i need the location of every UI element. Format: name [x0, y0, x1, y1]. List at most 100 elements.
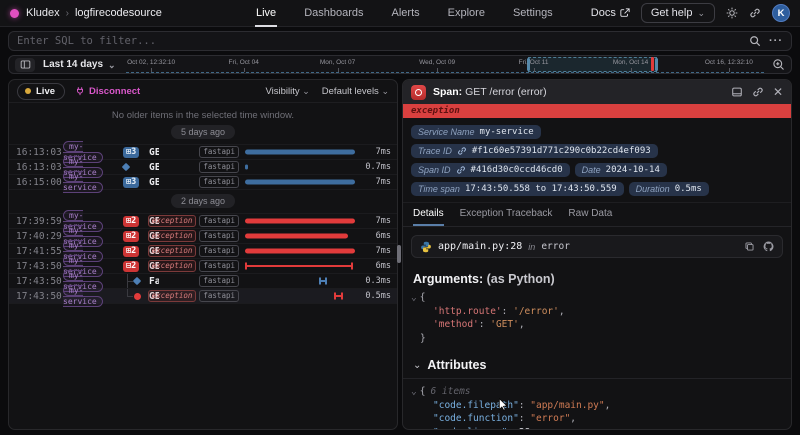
theme-toggle-button[interactable] — [726, 7, 738, 19]
collapse-caret-icon[interactable]: ⌄ — [413, 360, 421, 371]
row-badge-cell[interactable]: ⊞3 — [123, 177, 149, 188]
row-timestamp: 17:39:59 — [16, 216, 63, 227]
nav-item-live[interactable]: Live — [255, 0, 277, 27]
tag-exception[interactable]: exception — [148, 260, 197, 272]
span-waterfall-bar — [243, 160, 361, 174]
tag-fastapi[interactable]: fastapi — [199, 161, 239, 173]
code-function-name: error — [541, 241, 570, 252]
default-levels-dropdown[interactable]: Default levels ⌄ — [322, 86, 389, 97]
service-tag[interactable]: my-service — [63, 285, 123, 307]
tag-fastapi[interactable]: fastapi — [199, 275, 239, 287]
tag-exception[interactable]: exception — [148, 290, 197, 302]
disconnect-button[interactable]: Disconnect — [75, 86, 140, 97]
meta-value: 2024-10-14 — [606, 165, 660, 175]
expand-children-badge[interactable]: ⊞2 — [123, 216, 139, 227]
span-detail-panel: Span: GET /error (error) ✕ exception Ser… — [402, 79, 792, 430]
tag-exception[interactable]: exception — [148, 215, 197, 227]
code-location-bar[interactable]: app/main.py:28 in error — [411, 235, 783, 258]
span-duration: 0.3ms — [361, 276, 391, 286]
span-title-prefix: Span: — [433, 86, 462, 98]
row-badge-cell[interactable] — [134, 293, 149, 300]
attributes-heading: ⌄ Attributes — [403, 349, 791, 379]
tab-exception-traceback[interactable]: Exception Traceback — [460, 203, 553, 226]
empty-window-message: No older items in the selected time wind… — [9, 103, 397, 121]
meta-label: Duration — [636, 184, 670, 194]
row-badge-cell[interactable]: ⊞2 — [123, 231, 149, 242]
tag-fastapi[interactable]: fastapi — [199, 290, 239, 302]
arguments-heading: Arguments: (as Python) — [403, 264, 791, 289]
nav-item-alerts[interactable]: Alerts — [391, 0, 421, 27]
span-detail-header: Span: GET /error (error) ✕ — [403, 80, 791, 104]
timeline-tick-label: Fri, Oct 11 — [519, 59, 549, 66]
timeline-strip[interactable]: Oct 02, 12:32:10Fri, Oct 04Mon, Oct 07We… — [126, 56, 764, 73]
panel-resize-handle[interactable] — [397, 245, 401, 263]
row-badge-cell[interactable]: ⊞3 — [123, 147, 149, 158]
visibility-dropdown[interactable]: Visibility ⌄ — [265, 86, 309, 97]
link-icon[interactable] — [456, 165, 466, 175]
span-waterfall-bar — [243, 274, 361, 288]
trace-row[interactable]: 17:43:50 my-service GET /error (error) e… — [9, 289, 397, 304]
service-tag[interactable]: my-service — [63, 171, 123, 193]
expand-children-badge[interactable]: ⊞2 — [123, 231, 139, 242]
live-toggle[interactable]: Live — [17, 83, 65, 100]
timeline-tick-mark — [151, 68, 152, 72]
search-button[interactable] — [749, 35, 761, 47]
nav-item-dashboards[interactable]: Dashboards — [303, 0, 364, 27]
breadcrumb-chevron-icon: › — [66, 8, 69, 19]
span-duration: 7ms — [361, 216, 391, 226]
copy-icon[interactable] — [744, 241, 755, 252]
code-in-label: in — [528, 242, 535, 252]
time-range-dropdown[interactable]: Last 14 days ⌄ — [43, 59, 116, 70]
row-badge-cell[interactable] — [134, 278, 149, 284]
tag-fastapi[interactable]: fastapi — [199, 146, 239, 158]
get-help-button[interactable]: Get help ⌄ — [641, 3, 715, 23]
tag-fastapi[interactable]: fastapi — [199, 230, 239, 242]
breadcrumb-project[interactable]: logfirecodesource — [75, 7, 162, 19]
sidebar-toggle-button[interactable] — [15, 58, 35, 72]
tab-raw-data[interactable]: Raw Data — [568, 203, 612, 226]
zoom-in-button[interactable] — [772, 58, 785, 71]
docs-link[interactable]: Docs — [591, 7, 630, 19]
selection-end-handle[interactable] — [655, 58, 658, 71]
copy-link-icon[interactable] — [752, 86, 764, 98]
trace-row-list: 16:13:03 my-service ⊞3 GET / fastapi 7ms… — [9, 145, 397, 304]
span-waterfall-bar — [243, 259, 361, 273]
row-badge-cell[interactable]: ⊞2 — [123, 246, 149, 257]
tab-details[interactable]: Details — [413, 203, 444, 226]
more-options-button[interactable]: ··· — [769, 35, 783, 47]
row-tags: exceptionfastapi — [159, 230, 239, 242]
tag-fastapi[interactable]: fastapi — [199, 215, 239, 227]
trace-row[interactable]: 16:15:00 my-service ⊞3 GET / fastapi 7ms — [9, 175, 397, 190]
collapse-children-badge[interactable]: ⊟2 — [123, 261, 139, 272]
breadcrumb-org[interactable]: Kludex — [26, 7, 60, 19]
avatar[interactable]: K — [772, 4, 790, 22]
expand-children-badge[interactable]: ⊞3 — [123, 147, 139, 158]
tag-fastapi[interactable]: fastapi — [199, 176, 239, 188]
sql-filter-input[interactable] — [17, 35, 741, 47]
date-separator-pill: 5 days ago — [171, 125, 235, 139]
close-icon[interactable]: ✕ — [773, 86, 783, 98]
link-icon[interactable] — [457, 146, 467, 156]
row-badge-cell[interactable]: ⊟2 — [123, 261, 149, 272]
tag-exception[interactable]: exception — [148, 245, 197, 257]
span-duration: 7ms — [361, 246, 391, 256]
nav-item-explore[interactable]: Explore — [447, 0, 486, 27]
tag-exception[interactable]: exception — [148, 230, 197, 242]
arguments-mode-label: (as Python) — [487, 272, 555, 286]
span-duration: 6ms — [361, 261, 391, 271]
span-duration: 7ms — [361, 147, 391, 157]
tag-fastapi[interactable]: fastapi — [199, 260, 239, 272]
meta-label: Service Name — [418, 127, 475, 137]
dock-panel-icon[interactable] — [731, 86, 743, 98]
expand-children-badge[interactable]: ⊞2 — [123, 246, 139, 257]
live-traces-panel: Live Disconnect Visibility ⌄ Default lev… — [8, 79, 398, 430]
row-badge-cell[interactable]: ⊞2 — [123, 216, 149, 227]
github-icon[interactable] — [763, 241, 774, 252]
nav-item-settings[interactable]: Settings — [512, 0, 554, 27]
chevron-down-icon: ⌄ — [697, 10, 705, 16]
duration-bar — [245, 165, 247, 170]
tag-fastapi[interactable]: fastapi — [199, 245, 239, 257]
share-link-button[interactable] — [749, 7, 761, 19]
row-badge-cell[interactable] — [123, 164, 149, 170]
expand-children-badge[interactable]: ⊞3 — [123, 177, 139, 188]
